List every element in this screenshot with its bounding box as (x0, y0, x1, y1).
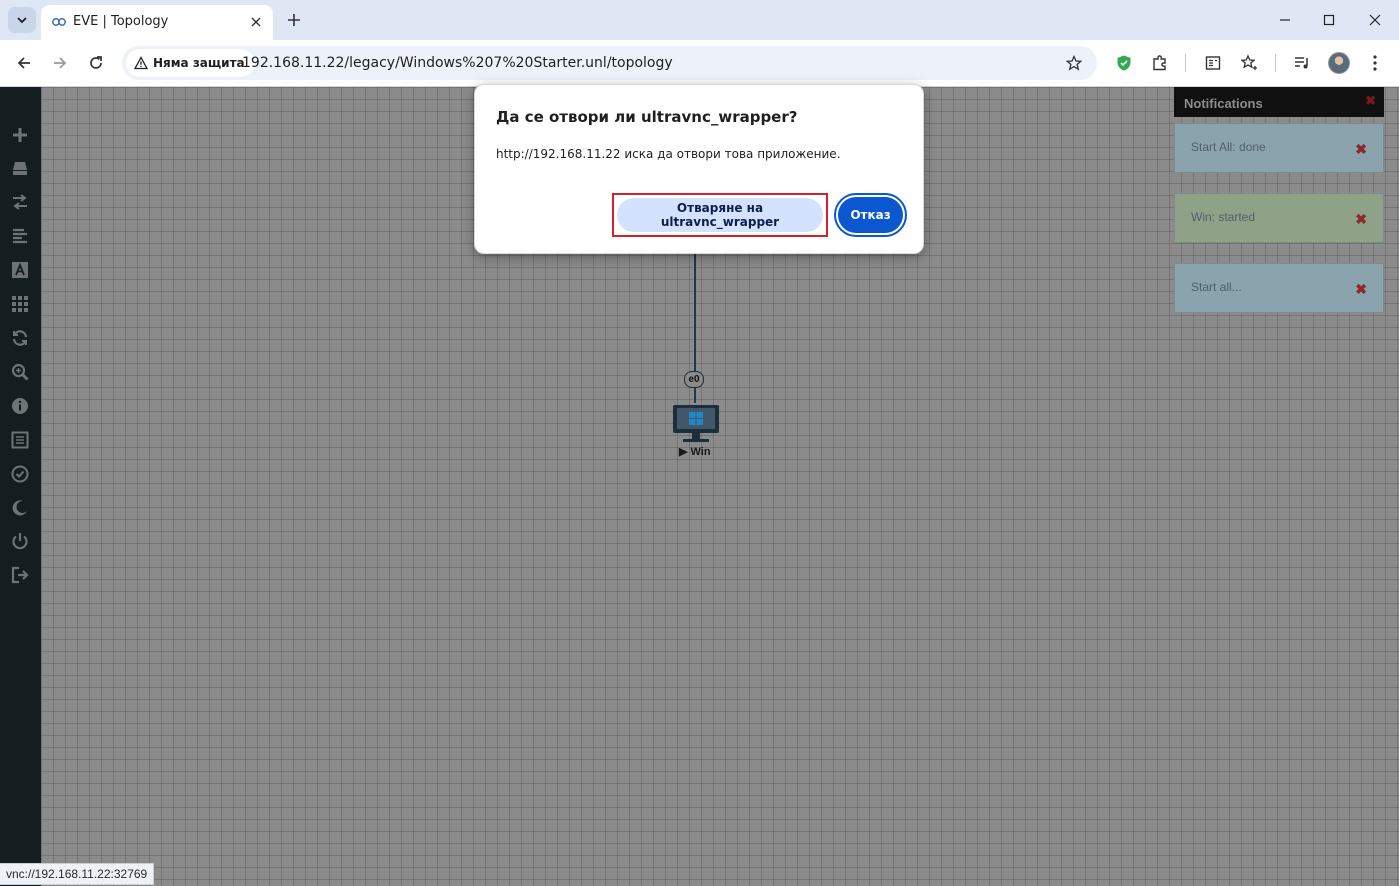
eve-sidebar (0, 87, 41, 886)
highlight-box: Отваряне на ultravnc_wrapper (612, 193, 828, 237)
maximize-icon (1323, 14, 1335, 26)
close-window-button[interactable] (1360, 7, 1390, 33)
music-queue-icon (1295, 57, 1308, 69)
address-bar[interactable]: Няма защита 192.168.11.22/legacy/Windows… (122, 46, 1097, 80)
plus-icon (288, 14, 300, 26)
info-icon[interactable] (10, 396, 30, 416)
notification-text: Start All: done (1191, 140, 1266, 154)
close-icon (251, 17, 261, 27)
arrow-left-icon (17, 57, 30, 69)
refresh-icon[interactable] (10, 328, 30, 348)
open-app-dialog: Да се отвори ли ultravnc_wrapper? http:/… (474, 84, 924, 254)
close-icon[interactable]: ✖ (1355, 211, 1367, 228)
back-button[interactable] (10, 49, 38, 77)
zoom-icon[interactable] (10, 362, 30, 382)
maximize-button[interactable] (1314, 7, 1344, 33)
open-app-button[interactable]: Отваряне на ultravnc_wrapper (617, 198, 823, 232)
puzzle-icon (1153, 55, 1166, 71)
reading-mode-button[interactable] (1201, 51, 1225, 75)
tab-title: EVE | Topology (73, 14, 169, 29)
grid-icon[interactable] (10, 294, 30, 314)
moon-icon[interactable] (10, 498, 30, 518)
reader-icon (1205, 56, 1221, 70)
dialog-message: http://192.168.11.22 иска да отвори това… (496, 147, 841, 161)
reload-button[interactable] (82, 49, 110, 77)
tab-search-button[interactable] (8, 7, 36, 33)
notification-text: Win: started (1191, 210, 1256, 224)
node-label[interactable]: ▶ Win (679, 445, 711, 458)
security-chip[interactable]: Няма защита (126, 49, 255, 77)
bookmark-button[interactable] (1063, 52, 1085, 74)
media-controls-button[interactable] (1290, 51, 1314, 75)
status-url-bubble: vnc://192.168.11.22:32769 (0, 863, 155, 885)
check-icon[interactable] (10, 464, 30, 484)
close-icon[interactable]: ✖ (1355, 141, 1367, 158)
add-icon[interactable] (10, 125, 30, 145)
interface-label: e0 (684, 371, 704, 388)
star-list-icon (1240, 54, 1257, 70)
favorites-button[interactable] (1237, 51, 1261, 75)
text-icon[interactable] (10, 260, 30, 280)
chevron-down-icon (17, 17, 27, 24)
notification-text: Start all... (1191, 280, 1242, 294)
minimize-button[interactable] (1270, 7, 1300, 33)
node-icon[interactable] (10, 158, 30, 178)
close-icon[interactable]: ✖ (1355, 281, 1367, 298)
notifications-title: Notifications (1184, 96, 1263, 111)
logout-icon[interactable] (10, 565, 30, 585)
profile-avatar[interactable] (1328, 52, 1350, 74)
star-icon (1066, 55, 1082, 71)
tab-strip: EVE | Topology (0, 0, 1399, 40)
notification-item: Win: started ✖ (1174, 193, 1384, 243)
shield-icon (1117, 55, 1131, 71)
warning-icon (134, 56, 148, 70)
network-icon[interactable] (10, 192, 30, 212)
new-tab-button[interactable] (282, 8, 306, 32)
notification-item: Start all... ✖ (1174, 263, 1384, 313)
forward-button[interactable] (46, 49, 74, 77)
close-icon[interactable]: ✖ (1365, 93, 1376, 109)
browser-tab[interactable]: EVE | Topology (41, 5, 273, 40)
cancel-button[interactable]: Отказ (838, 197, 903, 233)
arrow-right-icon (54, 57, 67, 69)
tab-close-button[interactable] (247, 13, 265, 31)
minimize-icon (1280, 19, 1290, 21)
url-text: 192.168.11.22/legacy/Windows%207%20Start… (242, 55, 673, 71)
eve-logo-icon (52, 18, 66, 26)
list-icon[interactable] (10, 226, 30, 246)
browser-toolbar: Няма защита 192.168.11.22/legacy/Windows… (0, 40, 1399, 87)
power-icon[interactable] (10, 531, 30, 551)
log-icon[interactable] (10, 430, 30, 450)
toolbar-separator (1275, 54, 1276, 72)
extension-shield-button[interactable] (1112, 51, 1136, 75)
extensions-button[interactable] (1148, 51, 1172, 75)
notification-item: Start All: done ✖ (1174, 123, 1384, 173)
dialog-title: Да се отвори ли ultravnc_wrapper? (496, 108, 798, 126)
reload-icon (90, 56, 102, 69)
browser-menu-button[interactable] (1363, 51, 1387, 75)
windows-node-icon[interactable] (670, 403, 722, 445)
close-icon (1369, 14, 1381, 26)
notifications-panel: Notifications ✖ (1174, 87, 1384, 117)
more-vertical-icon (1373, 55, 1377, 71)
focus-ring: Отказ (834, 193, 907, 237)
security-label: Няма защита (153, 56, 245, 70)
toolbar-separator (1185, 54, 1186, 72)
